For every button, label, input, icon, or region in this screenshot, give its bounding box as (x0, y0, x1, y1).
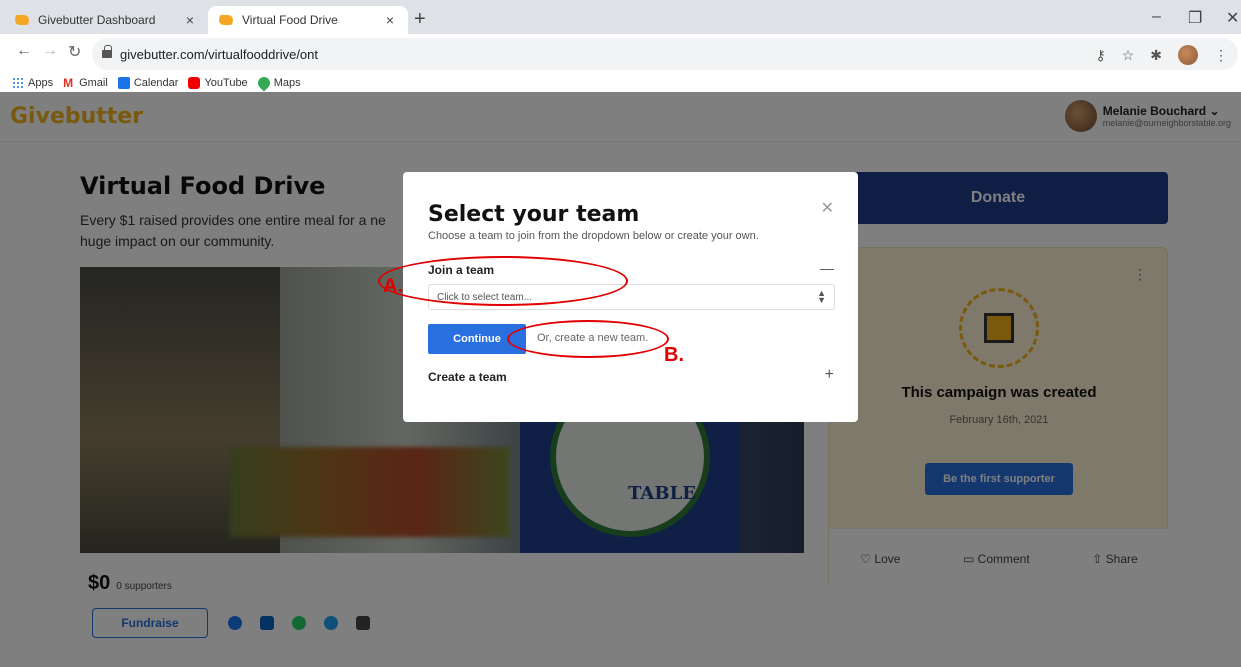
gmail-icon: M (63, 76, 74, 90)
annotation-ellipse-a (378, 256, 628, 306)
bookmark-apps[interactable]: Apps (12, 77, 53, 89)
bookmarks-bar: Apps M Gmail Calendar YouTube Maps (0, 74, 1241, 92)
tab-virtual-food-drive[interactable]: Virtual Food Drive × (208, 6, 408, 34)
url-text: givebutter.com/virtualfooddrive/ont (120, 46, 318, 62)
annotation-ellipse-b (507, 320, 669, 358)
create-team-heading[interactable]: Create a team (428, 370, 507, 384)
bookmark-label: Maps (273, 77, 301, 89)
bookmark-label: Calendar (133, 77, 179, 89)
address-bar[interactable]: givebutter.com/virtualfooddrive/ont ⚷ ☆ … (92, 38, 1238, 70)
givebutter-favicon-icon (14, 12, 30, 28)
bookmark-label: YouTube (204, 77, 248, 89)
new-tab-icon[interactable]: + (414, 8, 426, 31)
star-icon[interactable]: ☆ (1122, 47, 1135, 64)
minimize-icon[interactable]: – (1152, 8, 1161, 26)
annotation-label-a: A. (383, 275, 403, 297)
reload-icon[interactable]: ↻ (68, 42, 81, 62)
browser-tabstrip: Givebutter Dashboard × Virtual Food Driv… (0, 0, 1241, 34)
bookmark-label: Gmail (79, 77, 108, 89)
calendar-icon (117, 77, 130, 89)
givebutter-favicon-icon (218, 12, 234, 28)
bookmark-calendar[interactable]: Calendar (117, 77, 179, 89)
annotation-label-b: B. (664, 344, 684, 366)
omnibar: ← → ↻ givebutter.com/virtualfooddrive/on… (0, 34, 1241, 74)
expand-plus-icon[interactable]: + (825, 366, 834, 384)
tab-givebutter-dashboard[interactable]: Givebutter Dashboard × (4, 6, 208, 34)
menu-kebab-icon[interactable]: ⋮ (1214, 47, 1228, 64)
tab-title: Virtual Food Drive (242, 13, 338, 27)
back-icon[interactable]: ← (16, 42, 32, 60)
youtube-icon (188, 77, 201, 89)
collapse-icon[interactable]: — (820, 260, 834, 276)
bookmark-maps[interactable]: Maps (255, 74, 301, 92)
extensions-icon[interactable]: ✱ (1150, 47, 1162, 64)
profile-avatar-icon[interactable] (1178, 45, 1198, 65)
select-arrows-icon: ▲ ▼ (817, 288, 826, 305)
bookmark-gmail[interactable]: M Gmail (63, 77, 108, 89)
apps-grid-icon (12, 77, 24, 89)
close-tab-icon[interactable]: × (382, 12, 398, 28)
maximize-icon[interactable]: ❐ (1188, 8, 1202, 28)
close-icon[interactable]: ✕ (821, 198, 834, 218)
bookmark-youtube[interactable]: YouTube (188, 77, 248, 89)
close-window-icon[interactable]: ✕ (1226, 8, 1239, 28)
bookmark-label: Apps (28, 77, 54, 89)
modal-subtitle: Choose a team to join from the dropdown … (428, 230, 759, 242)
maps-pin-icon (255, 74, 273, 92)
modal-title: Select your team (428, 202, 640, 227)
forward-icon[interactable]: → (42, 42, 58, 60)
lock-icon (102, 45, 112, 58)
key-icon[interactable]: ⚷ (1095, 47, 1105, 64)
close-tab-icon[interactable]: × (182, 12, 198, 28)
tab-title: Givebutter Dashboard (38, 13, 156, 27)
